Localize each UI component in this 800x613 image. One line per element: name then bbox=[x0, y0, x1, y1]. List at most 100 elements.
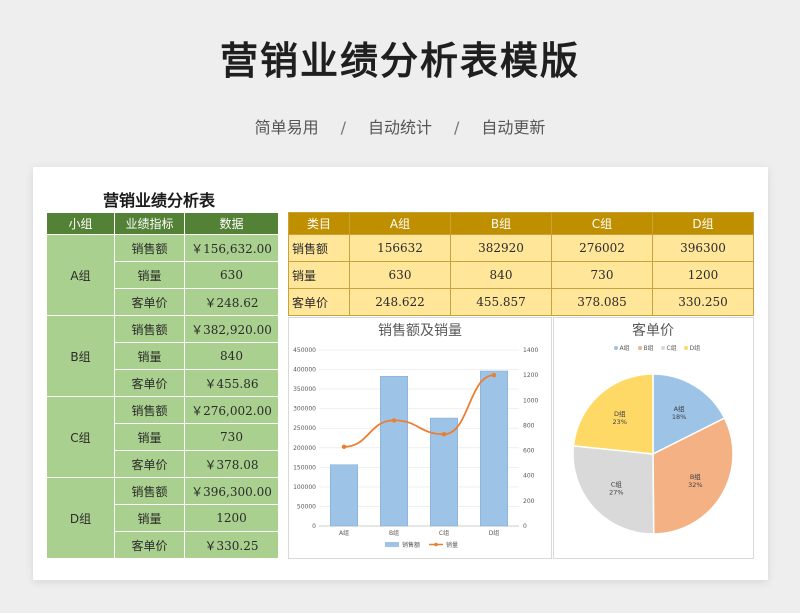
x-tick-label: B组 bbox=[389, 529, 399, 537]
tag-separator: / bbox=[340, 118, 346, 137]
table-cell: 248.622 bbox=[349, 288, 451, 316]
bar-A组 bbox=[330, 464, 358, 527]
tagline: 简单易用 / 自动统计 / 自动更新 bbox=[0, 114, 800, 138]
metric-value: 730 bbox=[184, 423, 279, 451]
page-title: 营销业绩分析表模版 bbox=[219, 39, 580, 83]
tag-separator: / bbox=[454, 118, 460, 137]
group-name: D组 bbox=[46, 477, 115, 559]
series-line-sales-volume bbox=[343, 374, 495, 448]
legend-marker bbox=[434, 542, 438, 547]
metric-value: ￥396,300.00 bbox=[184, 477, 279, 505]
slice-percent: 27% bbox=[609, 488, 623, 496]
metric-value: 840 bbox=[184, 342, 279, 370]
combo-chart-svg: 销售额及销量 0 50000 100000 150000 200000 250000 3000… bbox=[293, 323, 538, 549]
metric-name: 销售额 bbox=[114, 477, 185, 505]
metric-name: 销售额 bbox=[114, 315, 185, 343]
table-cell: 156632 bbox=[349, 234, 451, 262]
sheet-title: 营销业绩分析表 bbox=[103, 191, 216, 210]
table-cell: 396300 bbox=[652, 234, 754, 262]
table-row: 销量 630 840 730 1200 bbox=[288, 261, 754, 289]
table-cell: 730 bbox=[551, 261, 653, 289]
metric-value: ￥156,632.00 bbox=[184, 234, 279, 262]
legend-swatch bbox=[661, 346, 665, 350]
group-name: C组 bbox=[46, 396, 115, 478]
metric-name: 销量 bbox=[114, 504, 185, 532]
y-tick-label: 400000 bbox=[293, 367, 316, 374]
metric-value: ￥276,002.00 bbox=[184, 396, 279, 424]
y2-tick-label: 1400 bbox=[523, 347, 538, 354]
bar-B组 bbox=[380, 375, 408, 527]
table-row: B组 销售额 ￥382,920.00 bbox=[46, 315, 279, 397]
metric-name: 客单价 bbox=[114, 531, 185, 559]
slice-percent: 32% bbox=[688, 481, 702, 489]
spreadsheet-preview: 营销业绩分析表 小组 业绩指标 数据 A组 销售额 ￥156,632.00 销量… bbox=[33, 167, 768, 580]
header-group-c: C组 bbox=[551, 212, 653, 235]
y-tick-label: 100000 bbox=[293, 484, 316, 491]
tag-easy: 简单易用 bbox=[254, 118, 319, 137]
metric-name: 客单价 bbox=[114, 369, 185, 397]
y2-tick-label: 1000 bbox=[523, 397, 538, 404]
avg-price-pie-chart: 客单价 A组 B组 C组 D组 A组 18% B组 32% C组 27% D组 23% bbox=[553, 317, 754, 559]
metric-value: ￥455.86 bbox=[184, 369, 279, 397]
x-tick-label: D组 bbox=[489, 529, 500, 537]
group-name: A组 bbox=[46, 234, 115, 316]
table-cell: 840 bbox=[450, 261, 552, 289]
header-group-d: D组 bbox=[652, 212, 754, 235]
tag-auto-update: 自动更新 bbox=[481, 118, 546, 137]
metric-value: ￥378.08 bbox=[184, 450, 279, 478]
table-row: A组 销售额 ￥156,632.00 bbox=[46, 234, 279, 316]
group-metrics-table: 小组 业绩指标 数据 A组 销售额 ￥156,632.00 销量 630 客单价… bbox=[46, 212, 279, 559]
metric-value: ￥330.25 bbox=[184, 531, 279, 559]
legend-label: 销售额 bbox=[402, 541, 420, 549]
legend-label: 销量 bbox=[446, 541, 458, 549]
chart-title: 销售额及销量 bbox=[378, 323, 462, 339]
slice-percent: 23% bbox=[613, 418, 627, 426]
metric-name: 销售额 bbox=[114, 234, 185, 262]
row-label: 客单价 bbox=[288, 288, 350, 316]
legend-label: B组 bbox=[644, 344, 654, 352]
row-label: 销售额 bbox=[288, 234, 350, 262]
y-tick-label: 150000 bbox=[293, 464, 316, 471]
legend-label: C组 bbox=[667, 344, 677, 352]
bar-D组 bbox=[480, 370, 508, 527]
slice-label: D组 bbox=[614, 409, 626, 418]
metric-name: 销售额 bbox=[114, 396, 185, 424]
metric-name: 销量 bbox=[114, 261, 185, 289]
legend-swatch bbox=[614, 346, 618, 350]
metric-value: 630 bbox=[184, 261, 279, 289]
line-point-D组 bbox=[491, 372, 497, 378]
legend-swatch-bar bbox=[385, 542, 399, 547]
table-row: 客单价 248.622 455.857 378.085 330.250 bbox=[288, 288, 754, 316]
table-header-row: 类目 A组 B组 C组 D组 bbox=[288, 212, 754, 235]
header-data: 数据 bbox=[184, 212, 279, 235]
y-tick-label: 0 bbox=[312, 523, 316, 530]
row-label: 销量 bbox=[288, 261, 350, 289]
legend-label: A组 bbox=[620, 344, 630, 352]
y-tick-label: 300000 bbox=[293, 406, 316, 413]
table-cell: 455.857 bbox=[450, 288, 552, 316]
y-tick-label: 350000 bbox=[293, 386, 316, 393]
header-metric: 业绩指标 bbox=[114, 212, 185, 235]
metric-value: ￥382,920.00 bbox=[184, 315, 279, 343]
x-tick-label: A组 bbox=[339, 529, 349, 537]
metric-name: 销量 bbox=[114, 423, 185, 451]
y-tick-label: 450000 bbox=[293, 347, 316, 354]
y2-tick-label: 400 bbox=[523, 473, 535, 480]
line-point-C组 bbox=[441, 432, 447, 437]
table-row: D组 销售额 ￥396,300.00 bbox=[46, 477, 279, 559]
pie-chart-svg: 客单价A组 B组 C组 D组A组18%B组32%C组27%D组23% bbox=[572, 322, 734, 535]
y-tick-label: 200000 bbox=[293, 445, 316, 452]
table-row: 销售额 156632 382920 276002 396300 bbox=[288, 234, 754, 262]
table-cell: 378.085 bbox=[551, 288, 653, 316]
y-tick-label: 250000 bbox=[293, 425, 316, 432]
slice-label: A组 bbox=[674, 404, 685, 413]
header-group-a: A组 bbox=[349, 212, 451, 235]
y2-tick-label: 1200 bbox=[523, 372, 538, 379]
table-cell: 330.250 bbox=[652, 288, 754, 316]
group-name: B组 bbox=[46, 315, 115, 397]
slice-label: C组 bbox=[611, 479, 623, 488]
y2-tick-label: 200 bbox=[523, 498, 535, 505]
header-group-b: B组 bbox=[450, 212, 552, 235]
metric-value: 1200 bbox=[184, 504, 279, 532]
y2-tick-label: 0 bbox=[523, 523, 527, 530]
